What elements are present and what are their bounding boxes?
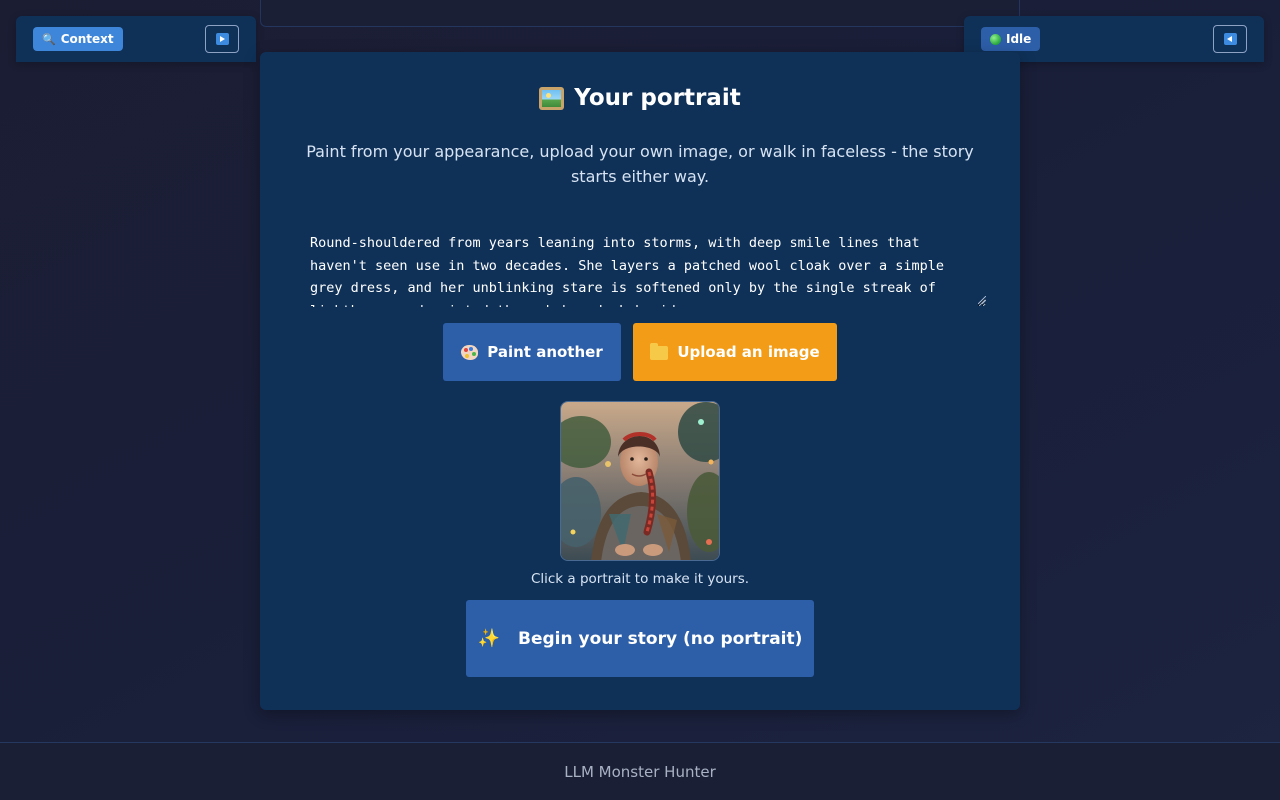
portrait-card: Your portrait Paint from your appearance… — [260, 52, 1020, 710]
paint-another-button[interactable]: Paint another — [443, 323, 621, 381]
left-side-panel: 🔍 Context — [16, 16, 256, 62]
sparkles-icon: ✨ — [477, 628, 501, 649]
status-label: Idle — [1006, 32, 1032, 46]
upload-image-label: Upload an image — [677, 343, 820, 361]
footer-text: LLM Monster Hunter — [564, 762, 716, 781]
paint-another-label: Paint another — [487, 343, 603, 361]
top-panel-edge — [260, 0, 1020, 27]
begin-story-button[interactable]: ✨ Begin your story (no portrait) — [466, 600, 814, 677]
portrait-hint: Click a portrait to make it yours. — [530, 571, 750, 587]
folder-icon — [650, 343, 669, 360]
appearance-description-input[interactable]: Round-shouldered from years leaning into… — [300, 225, 986, 307]
resize-grip-icon[interactable] — [978, 296, 986, 304]
expand-right-panel-button[interactable] — [1213, 25, 1247, 53]
portrait-image — [561, 402, 719, 560]
expand-left-panel-button[interactable] — [205, 25, 239, 53]
status-dot-icon — [990, 33, 1001, 45]
play-right-icon — [215, 33, 229, 45]
upload-image-button[interactable]: Upload an image — [633, 323, 837, 381]
status-badge: Idle — [981, 27, 1041, 51]
context-label: Context — [60, 32, 114, 46]
framed-picture-icon — [539, 86, 565, 110]
card-title: Your portrait — [260, 85, 1020, 111]
card-title-text: Your portrait — [574, 85, 741, 111]
portrait-thumbnail[interactable] — [560, 401, 720, 561]
begin-story-label: Begin your story (no portrait) — [518, 628, 803, 649]
context-button[interactable]: 🔍 Context — [33, 27, 123, 51]
footer: LLM Monster Hunter — [0, 742, 1280, 800]
palette-icon — [461, 344, 479, 360]
play-left-icon — [1223, 33, 1237, 45]
magnifier-icon: 🔍 — [42, 32, 56, 46]
card-subtitle: Paint from your appearance, upload your … — [306, 142, 974, 186]
